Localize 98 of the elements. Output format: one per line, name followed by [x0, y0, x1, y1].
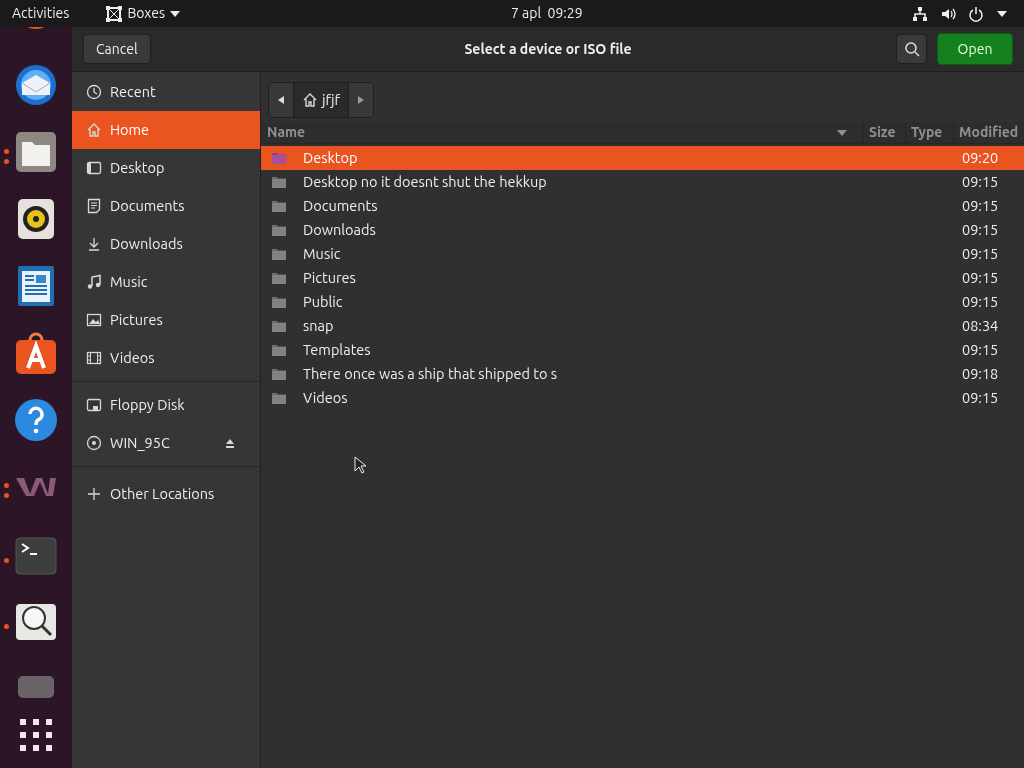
path-button[interactable]: jfjf: [294, 83, 349, 117]
column-header[interactable]: Size: [864, 122, 906, 143]
modified-time: 09:15: [961, 220, 1000, 241]
mail-icon[interactable]: [14, 63, 58, 107]
file-name: snap: [303, 316, 335, 337]
modified-time: 09:18: [961, 364, 1000, 385]
app-menu[interactable]: Boxes: [105, 3, 182, 24]
modified-time: 09:15: [961, 268, 1000, 289]
sort-down-icon: [837, 129, 847, 136]
modified-time: 08:34: [961, 316, 1000, 337]
file-row[interactable]: Desktop no it doesnt shut the hekkup 09:15: [261, 170, 1024, 194]
drive-icon: [86, 397, 102, 413]
app-grid-icon[interactable]: [19, 718, 53, 752]
boxes-icon: [105, 4, 124, 23]
download-icon: [86, 236, 102, 252]
sidebar-item[interactable]: Recent: [72, 73, 260, 111]
sidebar-item[interactable]: Downloads: [72, 225, 260, 263]
file-name: Downloads: [303, 220, 377, 241]
file-name: Templates: [303, 340, 372, 361]
file-row[interactable]: Public 09:15: [261, 290, 1024, 314]
file-name: There once was a ship that shipped to s: [303, 364, 558, 385]
folder-icon: [271, 318, 287, 334]
modified-time: 09:15: [961, 388, 1000, 409]
modified-time: 09:15: [961, 340, 1000, 361]
folder-icon: [271, 270, 287, 286]
caret-icon: [169, 9, 182, 18]
help-icon[interactable]: [14, 398, 58, 442]
modified-time: 09:15: [961, 244, 1000, 265]
file-name: Public: [303, 292, 344, 313]
sidebar-item[interactable]: Desktop: [72, 149, 260, 187]
dialog-title: Select a device or ISO file: [464, 39, 632, 59]
document-icon: [86, 198, 102, 214]
mouse-pointer-icon: [354, 456, 366, 474]
eject-icon: [225, 438, 235, 448]
folder-icon: [271, 198, 287, 214]
column-header[interactable]: Modified: [954, 122, 1024, 143]
home-icon: [302, 92, 318, 108]
folder-icon: [271, 246, 287, 262]
search-icon: [903, 41, 920, 57]
folder-icon[interactable]: [14, 130, 58, 174]
film-icon: [86, 350, 102, 366]
file-name: Desktop no it doesnt shut the hekkup: [303, 172, 548, 193]
clock[interactable]: 7 apl 09:29: [511, 3, 583, 24]
file-row[interactable]: snap 08:34: [261, 314, 1024, 338]
search-button[interactable]: [896, 34, 927, 64]
sidebar-item[interactable]: Home: [72, 111, 260, 149]
column-header[interactable]: Type: [906, 122, 954, 143]
cancel-button[interactable]: Cancel: [83, 34, 151, 64]
folder-icon: [271, 342, 287, 358]
plus-icon: [86, 486, 102, 502]
folder-icon: [271, 174, 287, 190]
file-row[interactable]: Pictures 09:15: [261, 266, 1024, 290]
sidebar-item[interactable]: Documents: [72, 187, 260, 225]
sidebar-item[interactable]: Music: [72, 263, 260, 301]
folder-icon: [271, 294, 287, 310]
folder-icon: [271, 366, 287, 382]
caret-icon: [996, 9, 1008, 18]
folder-icon: [271, 222, 287, 238]
modified-time: 09:15: [961, 292, 1000, 313]
sidebar-item[interactable]: Videos: [72, 339, 260, 377]
open-button[interactable]: Open: [937, 33, 1013, 65]
folder-icon: [271, 150, 287, 166]
modified-time: 09:20: [961, 148, 1000, 169]
right-arrow-icon: [357, 95, 366, 105]
activities-button[interactable]: Activities: [0, 3, 82, 24]
file-name: Music: [303, 244, 342, 265]
sidebar-item[interactable]: Floppy Disk: [72, 386, 260, 424]
file-row[interactable]: There once was a ship that shipped to s 09:18: [261, 362, 1024, 386]
power-icon: [968, 5, 984, 22]
scroll-left-button[interactable]: [269, 83, 294, 117]
file-row[interactable]: Documents 09:15: [261, 194, 1024, 218]
file-name: Documents: [303, 196, 379, 217]
modified-time: 09:15: [961, 196, 1000, 217]
file-row[interactable]: Desktop 09:20: [261, 146, 1024, 170]
file-name: Pictures: [303, 268, 357, 289]
sidebar-item[interactable]: Other Locations: [72, 475, 260, 513]
file-row[interactable]: Music 09:15: [261, 242, 1024, 266]
music-note-icon: [86, 274, 102, 290]
image-icon: [86, 312, 102, 328]
file-row[interactable]: Downloads 09:15: [261, 218, 1024, 242]
modified-time: 09:15: [961, 172, 1000, 193]
home-icon: [86, 122, 102, 138]
desktop-icon: [86, 160, 102, 176]
scroll-right-button[interactable]: [348, 83, 374, 117]
column-header[interactable]: Name: [261, 122, 864, 143]
file-name: Videos: [303, 388, 349, 409]
disc-icon: [86, 435, 102, 451]
file-row[interactable]: Templates 09:15: [261, 338, 1024, 362]
clock-icon: [86, 84, 102, 100]
network-icon: [912, 5, 928, 22]
folder-icon: [271, 390, 287, 406]
file-name: Desktop: [303, 148, 359, 169]
sidebar-item[interactable]: WIN_95C: [72, 424, 260, 462]
sidebar-item[interactable]: Pictures: [72, 301, 260, 339]
left-arrow-icon: [277, 95, 285, 105]
file-row[interactable]: Videos 09:15: [261, 386, 1024, 410]
terminal-icon[interactable]: [14, 534, 58, 578]
shopping-bag-icon[interactable]: [14, 332, 58, 376]
